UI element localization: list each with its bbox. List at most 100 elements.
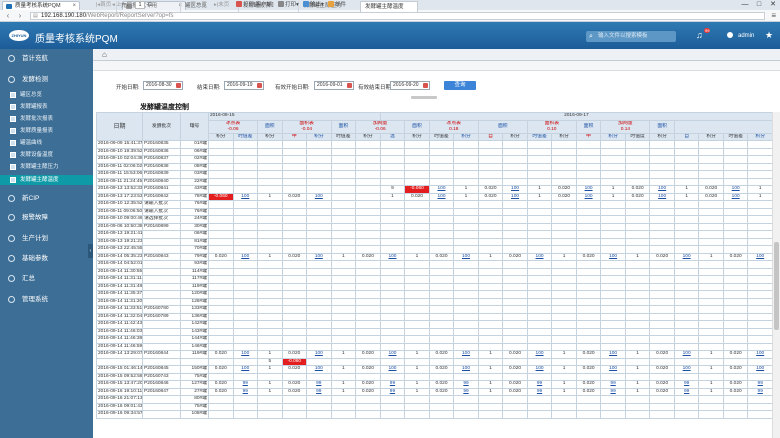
query-button[interactable]: 查询 <box>444 81 476 90</box>
cell-value[interactable]: 100 <box>306 365 332 374</box>
cell-value[interactable]: 100 <box>502 192 528 201</box>
cell-value[interactable]: 99 <box>232 380 259 389</box>
cell-value[interactable]: 100 <box>747 252 772 261</box>
ferm-start-input[interactable]: 2016-09-01 <box>314 81 354 90</box>
next-page-button[interactable]: ▸ 下一页 <box>186 0 207 10</box>
cell-value[interactable]: 100 <box>428 192 455 201</box>
template-search-input[interactable]: ⌕ 输入文件以搜索模板 <box>586 31 676 42</box>
sidebar-sub-main-pressure[interactable]: 发酵罐主酵压力 <box>0 162 93 172</box>
cell-value[interactable]: 99 <box>379 387 406 396</box>
sidebar-item-alarms[interactable]: 报警故障 <box>0 212 93 223</box>
cell-value[interactable]: 100 <box>575 185 602 194</box>
ferm-end-input[interactable]: 2016-09-20 <box>390 81 430 90</box>
browser-menu-icon[interactable]: ≡ <box>771 12 776 20</box>
bell-icon[interactable]: ♫ <box>696 30 703 40</box>
end-date-input[interactable]: 2016-09-19 <box>224 81 264 90</box>
cell-value[interactable]: 99 <box>232 387 259 396</box>
cell-value[interactable]: 100 <box>526 365 553 374</box>
cell-value[interactable]: 99 <box>306 380 332 389</box>
back-arrow-icon[interactable]: ‹ <box>3 11 13 21</box>
cell-value[interactable]: 99 <box>306 387 332 396</box>
cell-value[interactable]: 100 <box>453 350 479 359</box>
cell-value[interactable]: 100 <box>306 192 332 201</box>
close-tab-icon[interactable]: × <box>72 2 76 10</box>
prev-page-button[interactable]: ◂ 上一页 <box>112 0 133 10</box>
sidebar-item-summary[interactable]: 汇总 <box>0 273 93 284</box>
sidebar-sub-device-temp[interactable]: 发酵设备温度 <box>0 150 93 160</box>
cell-value[interactable]: 100 <box>600 350 626 359</box>
close-window-icon[interactable]: ✕ <box>766 0 780 10</box>
cell-value[interactable]: 100 <box>379 365 406 374</box>
cell-value[interactable]: 100 <box>673 365 700 374</box>
cell-value[interactable]: 100 <box>673 252 700 261</box>
cell-value[interactable]: 100 <box>306 350 332 359</box>
sidebar-item-management[interactable]: 管理系统 <box>0 294 93 305</box>
sidebar-item-base-params[interactable]: 基础参数 <box>0 253 93 264</box>
star-icon[interactable]: ★ <box>765 30 773 40</box>
cell-value[interactable]: 100 <box>722 192 749 201</box>
cell-value[interactable]: 100 <box>379 350 406 359</box>
cell-value[interactable]: 100 <box>306 252 332 261</box>
cell-value[interactable]: 100 <box>428 185 455 194</box>
cell-value[interactable]: 100 <box>600 252 626 261</box>
sidebar-sub-main-temperature[interactable]: 发酵罐主酵温度 <box>0 175 93 185</box>
minimize-icon[interactable]: — <box>738 0 752 10</box>
param-collapse-handle[interactable] <box>411 96 437 99</box>
cell-value[interactable]: 99 <box>747 380 772 389</box>
print-client-button[interactable]: 打印[客户端] <box>236 0 274 10</box>
sidebar-item-charging[interactable]: 首计充航 <box>0 53 93 64</box>
cell-value[interactable]: 99 <box>526 380 553 389</box>
cell-value[interactable]: 100 <box>649 192 675 201</box>
cell-value[interactable]: 100 <box>575 192 602 201</box>
cell-value[interactable]: 99 <box>453 380 479 389</box>
cell-value[interactable]: 100 <box>526 350 553 359</box>
cell-value[interactable]: 99 <box>747 387 772 396</box>
cell-value[interactable]: 100 <box>232 365 259 374</box>
url-input[interactable]: ▤ 192.168.190.180/WebReport/ReportServer… <box>30 12 765 20</box>
cell-value[interactable]: 100 <box>600 365 626 374</box>
cell-value[interactable]: 100 <box>747 350 772 359</box>
cell-value[interactable]: 100 <box>747 365 772 374</box>
sidebar-sub-quality-report[interactable]: 发酵质量报表 <box>0 126 93 136</box>
scrollbar-thumb[interactable] <box>774 242 779 330</box>
cell-value[interactable]: 100 <box>232 252 259 261</box>
output-button[interactable]: 输出▾ <box>303 0 324 10</box>
cell-value[interactable]: 99 <box>526 387 553 396</box>
start-date-input[interactable]: 2016-08-30 <box>143 81 183 90</box>
mail-button[interactable]: 邮件 <box>328 0 346 10</box>
cell-value[interactable]: 100 <box>453 252 479 261</box>
forward-arrow-icon[interactable]: › <box>15 11 25 21</box>
page-number-input[interactable]: 1 <box>135 1 145 9</box>
cell-value[interactable]: 100 <box>502 185 528 194</box>
sidebar-sub-tank-overview[interactable]: 罐区总览 <box>0 90 93 100</box>
sidebar-sub-batch-report[interactable]: 发酵批次报表 <box>0 114 93 124</box>
cell-value[interactable]: 100 <box>722 185 749 194</box>
sidebar-collapse-handle[interactable]: ‹ <box>88 244 93 258</box>
cell-value[interactable]: 100 <box>649 185 675 194</box>
user-icon[interactable] <box>727 32 733 38</box>
browser-tab-active[interactable]: 质量考核系统PQM × <box>2 1 80 10</box>
user-name[interactable]: admin <box>738 33 754 39</box>
cell-value[interactable]: 100 <box>379 252 406 261</box>
sidebar-sub-tank-report[interactable]: 发酵罐报表 <box>0 102 93 112</box>
cell-value[interactable]: 100 <box>673 350 700 359</box>
tab-main-temperature[interactable]: 发酵罐主酵温度 <box>360 1 418 12</box>
sidebar-item-fermentation[interactable]: 发酵检测 <box>0 74 93 85</box>
cell-value[interactable]: 100 <box>526 252 553 261</box>
cell-value[interactable]: 99 <box>379 380 406 389</box>
sidebar-sub-temp-curve[interactable]: 罐温曲线 <box>0 138 93 148</box>
cell-value[interactable]: 100 <box>453 365 479 374</box>
cell-value[interactable]: 99 <box>600 380 626 389</box>
first-page-button[interactable]: |◂首页 <box>96 0 111 10</box>
cell-value[interactable]: 99 <box>600 387 626 396</box>
cell-value[interactable]: 100 <box>232 350 259 359</box>
print-button[interactable]: 打印▾ <box>278 0 299 10</box>
sidebar-item-cip[interactable]: 新CIP <box>0 193 93 204</box>
cell-value[interactable]: 99 <box>673 387 700 396</box>
sidebar-item-production-plan[interactable]: 生产计划 <box>0 233 93 244</box>
home-icon[interactable]: ⌂ <box>102 50 107 60</box>
maximize-icon[interactable]: □ <box>752 0 766 10</box>
cell-value[interactable]: 99 <box>673 380 700 389</box>
cell-value[interactable]: 100 <box>232 192 259 201</box>
cell-value[interactable]: 99 <box>453 387 479 396</box>
